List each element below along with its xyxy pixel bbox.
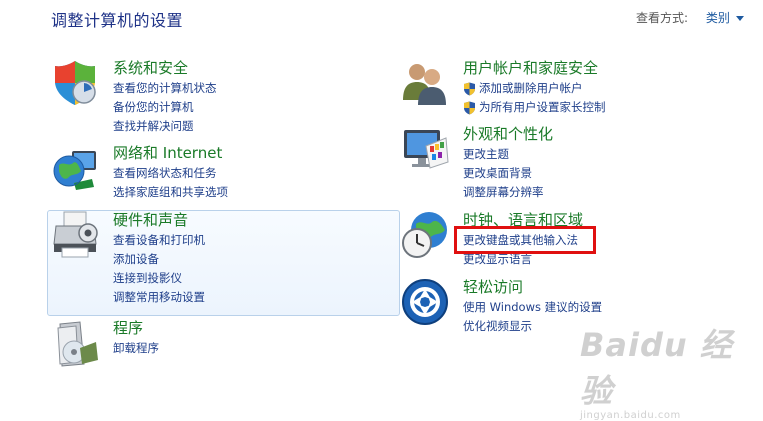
link-mobility-settings[interactable]: 调整常用移动设置	[113, 288, 205, 307]
view-by-value[interactable]: 类别	[706, 11, 730, 25]
clock-globe-icon[interactable]	[400, 210, 450, 260]
category-title-ease-of-access[interactable]: 轻松访问	[463, 277, 602, 297]
uac-shield-icon	[464, 82, 475, 95]
page-title: 调整计算机的设置	[51, 11, 184, 30]
category-title-system-security[interactable]: 系统和安全	[113, 58, 217, 78]
link-add-remove-accounts-label[interactable]: 添加或删除用户帐户	[479, 79, 583, 98]
link-parental-controls[interactable]: 为所有用户设置家长控制	[463, 98, 606, 117]
link-backup-computer[interactable]: 备份您的计算机	[113, 98, 217, 117]
link-desktop-background[interactable]: 更改桌面背景	[463, 164, 553, 183]
link-network-status[interactable]: 查看网络状态和任务	[113, 164, 228, 183]
watermark: Baidu 经验 jingyan.baidu.com	[580, 320, 750, 421]
globe-network-icon[interactable]	[50, 143, 100, 193]
highlight-annotation-box	[454, 226, 596, 254]
link-devices-printers[interactable]: 查看设备和打印机	[113, 231, 205, 250]
monitor-palette-icon[interactable]	[400, 124, 450, 174]
link-troubleshoot[interactable]: 查找并解决问题	[113, 117, 217, 136]
link-uninstall-program[interactable]: 卸载程序	[113, 339, 159, 358]
programs-disc-icon[interactable]	[50, 318, 100, 368]
link-add-device[interactable]: 添加设备	[113, 250, 205, 269]
watermark-brand: Baidu 经验	[580, 326, 733, 410]
category-title-network-internet[interactable]: 网络和 Internet	[113, 143, 228, 163]
category-title-appearance[interactable]: 外观和个性化	[463, 124, 553, 144]
shield-icon[interactable]	[50, 58, 100, 108]
accessibility-icon[interactable]	[400, 277, 450, 327]
link-view-computer-status[interactable]: 查看您的计算机状态	[113, 79, 217, 98]
link-add-remove-accounts[interactable]: 添加或删除用户帐户	[463, 79, 606, 98]
link-screen-resolution[interactable]: 调整屏幕分辨率	[463, 183, 553, 202]
watermark-url: jingyan.baidu.com	[580, 410, 681, 421]
view-by-dropdown[interactable]: 类别	[706, 11, 744, 25]
chevron-down-icon[interactable]	[735, 16, 744, 21]
view-by-label: 查看方式:	[636, 11, 689, 25]
link-parental-controls-label[interactable]: 为所有用户设置家长控制	[479, 98, 606, 117]
category-title-hardware-sound[interactable]: 硬件和声音	[113, 210, 205, 230]
printer-icon[interactable]	[50, 210, 100, 260]
link-connect-projector[interactable]: 连接到投影仪	[113, 269, 205, 288]
view-by: 查看方式: 类别	[636, 9, 744, 26]
link-recommended-settings[interactable]: 使用 Windows 建议的设置	[463, 298, 602, 317]
uac-shield-icon	[464, 101, 475, 114]
category-title-programs[interactable]: 程序	[113, 318, 159, 338]
link-change-theme[interactable]: 更改主题	[463, 145, 553, 164]
category-title-user-accounts[interactable]: 用户帐户和家庭安全	[463, 58, 606, 78]
users-icon[interactable]	[400, 58, 450, 108]
link-homegroup-sharing[interactable]: 选择家庭组和共享选项	[113, 183, 228, 202]
